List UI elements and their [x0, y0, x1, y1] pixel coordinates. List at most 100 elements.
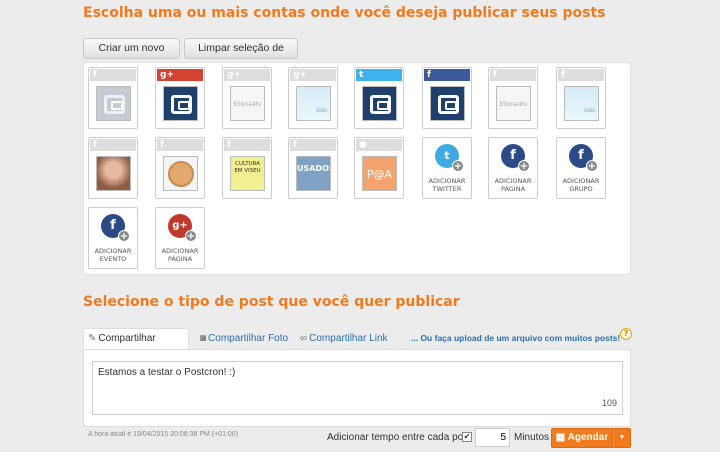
network-strip: f	[558, 69, 604, 81]
accounts-panel: f g+ g+ Ellona4tv g+ kids t f f Ellona4tv f kids f f f…	[83, 62, 631, 275]
facebook-icon: f	[493, 70, 497, 80]
post-text-input[interactable]: Estamos a testar o Postcron! :)	[92, 361, 623, 415]
account-tile[interactable]: g+	[155, 67, 205, 129]
account-tile[interactable]: ● P@A	[354, 137, 404, 199]
account-avatar	[96, 156, 131, 191]
interval-label: Adicionar tempo entre cada post	[327, 432, 471, 443]
add-tile-label: ADICIONAR PÁGINA	[161, 247, 199, 263]
network-strip: g+	[290, 69, 336, 81]
plus-icon: +	[586, 160, 598, 172]
plus-icon: +	[452, 160, 464, 172]
network-strip: f	[490, 69, 536, 81]
account-tile[interactable]: g+ Ellona4tv	[222, 67, 272, 129]
account-tile[interactable]: f	[88, 137, 138, 199]
minutes-input[interactable]	[475, 428, 510, 447]
network-strip: f	[90, 69, 136, 81]
tab-share-link-label: Compartilhar Link	[309, 333, 388, 344]
edit-icon: ✎	[88, 333, 97, 344]
facebook-icon: f	[561, 70, 565, 80]
network-strip: f	[90, 139, 136, 151]
add-fb-page-button[interactable]: f + ADICIONAR PÁGINA	[488, 137, 538, 199]
account-avatar: Ellona4tv	[230, 86, 265, 121]
gplus-icon: g+	[160, 70, 174, 80]
calendar-icon: ▦	[555, 432, 566, 443]
postcron-logo	[104, 95, 125, 114]
facebook-icon: f	[227, 140, 231, 150]
network-strip: g+	[224, 69, 270, 81]
tab-share-photo-label: Compartilhar Foto	[208, 333, 289, 344]
account-tile[interactable]: f	[88, 67, 138, 129]
link-icon: ∞	[300, 333, 308, 344]
account-avatar	[362, 86, 397, 121]
tab-share-state[interactable]: ✎Compartilhar Estado	[83, 328, 189, 363]
gplus-icon: g+	[293, 70, 307, 80]
account-avatar: P@A	[362, 156, 397, 191]
account-avatar: kids	[564, 86, 599, 121]
new-group-button[interactable]: Criar um novo grupo	[83, 38, 180, 73]
account-avatar: kids	[296, 86, 331, 121]
account-avatar	[96, 86, 131, 121]
add-tile-label: ADICIONAR EVENTO	[94, 247, 132, 263]
add-tile-label: ADICIONAR GRUPO	[562, 177, 600, 193]
postcron-logo	[370, 95, 391, 114]
facebook-icon: f	[427, 70, 431, 80]
avatar-text: kids	[584, 108, 595, 114]
facebook-icon: f	[93, 140, 97, 150]
user-icon: ●	[359, 140, 367, 150]
account-avatar: Ellona4tv	[496, 86, 531, 121]
char-counter: 109	[602, 398, 618, 408]
plus-icon: +	[518, 160, 530, 172]
tab-share-link[interactable]: ∞ Compartilhar Link	[296, 329, 392, 350]
facebook-icon: f	[293, 140, 297, 150]
camera-icon: ◙	[200, 333, 207, 344]
interval-checkbox[interactable]: ✔	[462, 432, 472, 442]
account-tile[interactable]: t	[354, 67, 404, 129]
post-editor: Estamos a testar o Postcron! :) 109	[83, 349, 631, 427]
plus-icon: +	[118, 230, 130, 242]
gplus-icon: g+	[227, 70, 241, 80]
add-tile-label: ADICIONAR TWITTER	[428, 177, 466, 193]
upload-file-link[interactable]: ... Ou faça upload de um arquivo com mui…	[407, 329, 624, 350]
minutes-label: Minutos	[514, 432, 550, 443]
account-tile[interactable]: f	[422, 67, 472, 129]
circle-logo	[168, 161, 194, 187]
add-fb-event-button[interactable]: f + ADICIONAR EVENTO	[88, 207, 138, 269]
network-strip: f	[290, 139, 336, 151]
schedule-button-label: Agendar	[567, 432, 609, 443]
network-strip: t	[356, 69, 402, 81]
account-avatar: USADOS	[296, 156, 331, 191]
account-tile[interactable]: f CULTURA EM VISEU	[222, 137, 272, 199]
add-fb-group-button[interactable]: f + ADICIONAR GRUPO	[556, 137, 606, 199]
add-twitter-button[interactable]: t + ADICIONAR TWITTER	[422, 137, 472, 199]
account-avatar	[163, 156, 198, 191]
facebook-icon: f	[160, 140, 164, 150]
network-strip: f	[424, 69, 470, 81]
tab-share-photo[interactable]: ◙ Compartilhar Foto	[196, 329, 292, 350]
facebook-icon: f	[93, 70, 97, 80]
network-strip: f	[224, 139, 270, 151]
account-tile[interactable]: f kids	[556, 67, 606, 129]
network-strip: f	[157, 139, 203, 151]
account-avatar: CULTURA EM VISEU	[230, 156, 265, 191]
account-avatar	[430, 86, 465, 121]
post-type-tabs: ✎Compartilhar Estado ◙Compartilhar Foto …	[83, 327, 631, 363]
schedule-button[interactable]: ▦ Agendar	[551, 428, 613, 448]
postcron-logo	[171, 95, 192, 114]
twitter-icon: t	[359, 70, 364, 80]
account-tile[interactable]: f USADOS	[288, 137, 338, 199]
post-section-title: Selecione o tipo de post que você quer p…	[83, 294, 460, 310]
account-tile[interactable]: g+ kids	[288, 67, 338, 129]
chevron-down-icon: ▼	[618, 434, 626, 441]
account-avatar	[163, 86, 198, 121]
plus-icon: +	[185, 230, 197, 242]
account-tile[interactable]: f Ellona4tv	[488, 67, 538, 129]
postcron-logo	[438, 95, 459, 114]
add-gp-page-button[interactable]: g+ + ADICIONAR PÁGINA	[155, 207, 205, 269]
accounts-section-title: Escolha uma ou mais contas onde você des…	[83, 5, 606, 21]
clear-selection-button[interactable]: Limpar seleção de todos	[184, 38, 298, 73]
schedule-dropdown-button[interactable]: ▼	[613, 428, 631, 448]
network-strip: ●	[356, 139, 402, 151]
account-tile[interactable]: f	[155, 137, 205, 199]
help-icon[interactable]: ?	[620, 328, 632, 340]
current-time: A hora atual é 19/04/2015 20:08:38 PM (+…	[88, 431, 239, 438]
